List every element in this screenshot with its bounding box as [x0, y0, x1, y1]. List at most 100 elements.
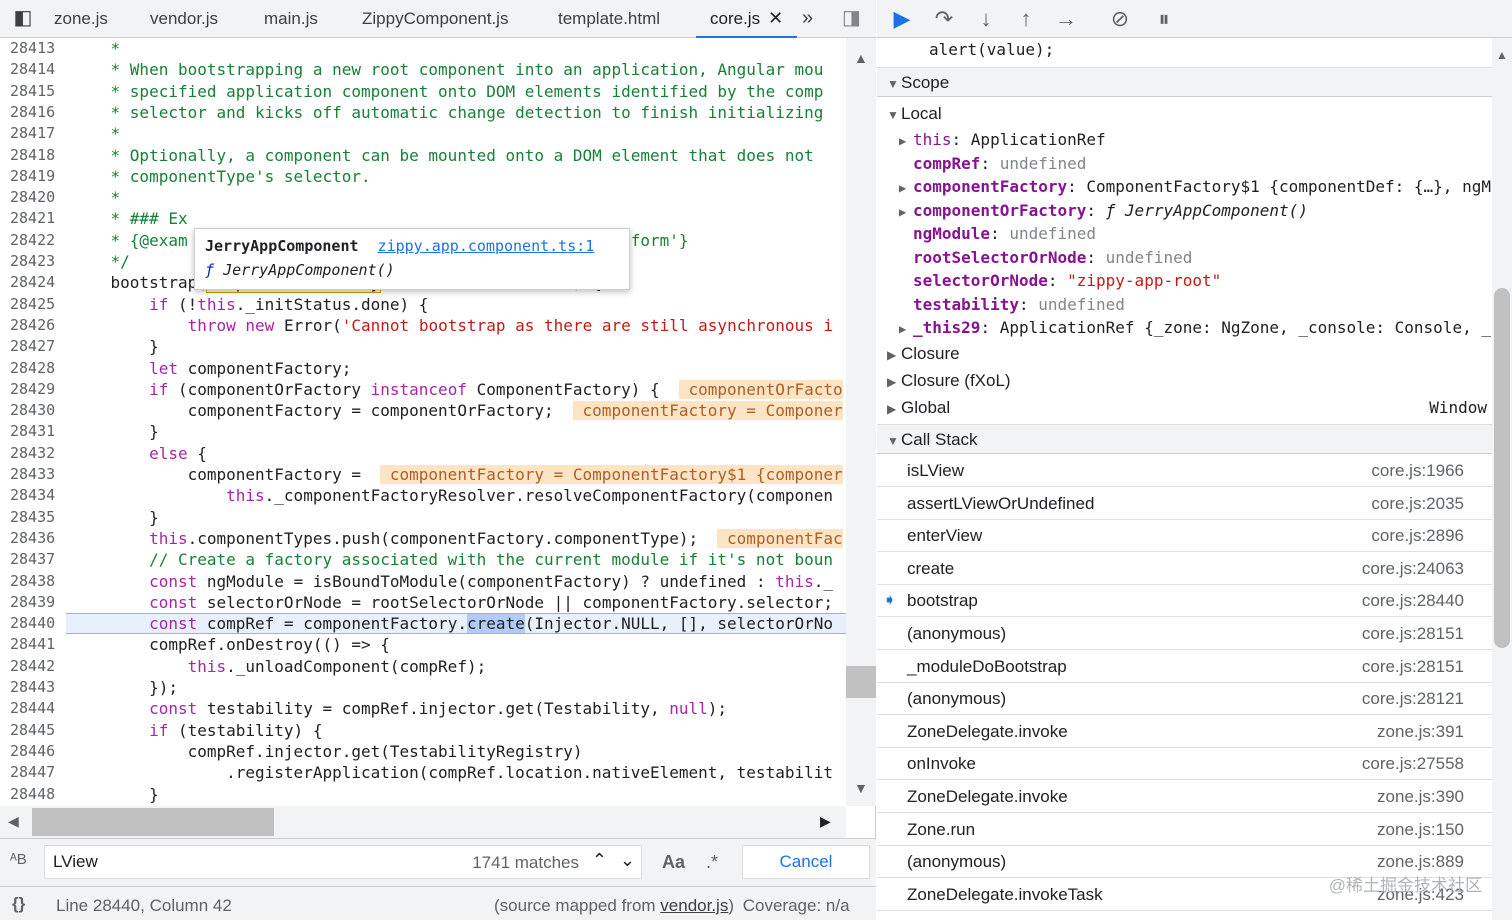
- line-number[interactable]: 28443: [10, 678, 62, 696]
- code-line[interactable]: }: [72, 507, 159, 528]
- scope-variable[interactable]: ▶ this: ApplicationRef: [899, 128, 1106, 152]
- toggle-navigator-icon[interactable]: ◧: [8, 0, 38, 38]
- code-line[interactable]: const compRef = componentFactory.create(…: [72, 613, 833, 634]
- code-line[interactable]: this._componentFactoryResolver.resolveCo…: [72, 485, 833, 506]
- call-frame[interactable]: enterView core.js:2896: [877, 520, 1492, 553]
- sidebar-scrollbar-thumb[interactable]: [1494, 288, 1510, 648]
- closure-fxol-scope[interactable]: ▶ Closure (fXoL): [887, 369, 1011, 393]
- line-number[interactable]: 28415: [10, 82, 62, 100]
- sidebar-scrollbar[interactable]: ▲: [1492, 38, 1512, 920]
- line-number[interactable]: 28421: [10, 209, 62, 227]
- line-number[interactable]: 28430: [10, 401, 62, 419]
- code-line[interactable]: }: [72, 421, 159, 442]
- line-number[interactable]: 28436: [10, 529, 62, 547]
- line-number[interactable]: 28440: [10, 614, 62, 632]
- call-frame-location[interactable]: core.js:28440: [1362, 585, 1464, 617]
- local-scope-header[interactable]: ▼ Local: [887, 102, 942, 126]
- code-line[interactable]: componentFactory = componentFactory = Co…: [72, 464, 843, 485]
- line-number[interactable]: 28424: [10, 273, 62, 291]
- close-tab-icon[interactable]: ✕: [768, 8, 783, 28]
- code-line[interactable]: });: [72, 677, 178, 698]
- call-stack-header[interactable]: ▼ Call Stack: [877, 424, 1492, 454]
- tab-zippy-component-js[interactable]: ZippyComponent.js: [362, 0, 508, 38]
- scroll-down-icon[interactable]: ▼: [854, 780, 868, 796]
- scope-variable[interactable]: compRef: undefined: [899, 152, 1086, 176]
- code-line[interactable]: *: [72, 38, 121, 59]
- closure-scope[interactable]: ▶ Closure: [887, 342, 960, 366]
- call-frame[interactable]: ZoneDelegate.invoke zone.js:390: [877, 781, 1492, 813]
- popover-source-link[interactable]: zippy.app.component.ts:1: [378, 237, 595, 255]
- code-line[interactable]: }: [72, 336, 159, 357]
- line-number[interactable]: 28422: [10, 231, 62, 249]
- line-number[interactable]: 28418: [10, 146, 62, 164]
- scroll-left-icon[interactable]: ◀: [8, 813, 19, 830]
- line-number[interactable]: 28446: [10, 742, 62, 760]
- code-line[interactable]: * selector and kicks off automatic chang…: [72, 102, 824, 123]
- code-line[interactable]: * When bootstrapping a new root componen…: [72, 59, 824, 80]
- regex-button[interactable]: .*: [706, 852, 718, 873]
- line-number[interactable]: 28427: [10, 337, 62, 355]
- call-frame[interactable]: create core.js:24063: [877, 553, 1492, 585]
- line-number[interactable]: 28437: [10, 550, 62, 568]
- line-number[interactable]: 28413: [10, 39, 62, 57]
- call-frame-location[interactable]: core.js:2896: [1371, 520, 1464, 552]
- tab-zone-js[interactable]: zone.js: [54, 0, 108, 38]
- call-frame-location[interactable]: zone.js:390: [1377, 781, 1464, 813]
- call-frame-location[interactable]: core.js:28121: [1362, 683, 1464, 715]
- call-frame-location[interactable]: zone.js:150: [1377, 814, 1464, 846]
- tab-vendor-js[interactable]: vendor.js: [150, 0, 218, 38]
- search-input[interactable]: LView: [53, 852, 98, 872]
- line-number[interactable]: 28434: [10, 486, 62, 504]
- deactivate-breakpoints-icon[interactable]: ⊘: [1105, 4, 1135, 34]
- code-line[interactable]: if (testability) {: [72, 720, 322, 741]
- line-number[interactable]: 28448: [10, 785, 62, 803]
- line-number[interactable]: 28444: [10, 699, 62, 717]
- code-line[interactable]: * componentType's selector.: [72, 166, 371, 187]
- more-tabs-icon[interactable]: »: [802, 0, 813, 38]
- call-frame[interactable]: _moduleDoBootstrap core.js:28151: [877, 651, 1492, 683]
- code-line[interactable]: *: [72, 123, 121, 144]
- code-line[interactable]: */: [72, 251, 130, 272]
- scroll-up-icon[interactable]: ▲: [854, 50, 868, 66]
- call-frame[interactable]: (anonymous) core.js:28151: [877, 618, 1492, 650]
- step-out-icon[interactable]: ↑: [1011, 4, 1041, 34]
- line-number[interactable]: 28432: [10, 444, 62, 462]
- pretty-print-icon[interactable]: {}: [12, 894, 25, 914]
- code-line[interactable]: if (!this._initStatus.done) {: [72, 294, 428, 315]
- tab-template-html[interactable]: template.html: [558, 0, 660, 38]
- code-line[interactable]: *: [72, 187, 121, 208]
- scope-variable[interactable]: ▶ componentFactory: ComponentFactory$1 {c…: [899, 175, 1491, 199]
- global-scope[interactable]: ▶ Global Window: [887, 396, 1487, 420]
- call-frame[interactable]: assertLViewOrUndefined core.js:2035: [877, 488, 1492, 520]
- code-line[interactable]: * specified application component onto D…: [72, 81, 824, 102]
- scope-variable[interactable]: ▶ _this29: ApplicationRef {_zone: NgZone,…: [899, 316, 1491, 340]
- tab-core-js[interactable]: core.js ✕: [696, 0, 798, 38]
- line-number[interactable]: 28431: [10, 422, 62, 440]
- line-number[interactable]: 28425: [10, 295, 62, 313]
- source-map-link[interactable]: vendor.js: [660, 896, 728, 915]
- call-frame-location[interactable]: core.js:28151: [1362, 651, 1464, 683]
- scope-variable[interactable]: ngModule: undefined: [899, 222, 1096, 246]
- line-number[interactable]: 28445: [10, 721, 62, 739]
- call-frame[interactable]: onInvoke core.js:27558: [877, 748, 1492, 781]
- call-frame-location[interactable]: core.js:1966: [1371, 455, 1464, 487]
- code-line[interactable]: const selectorOrNode = rootSelectorOrNod…: [72, 592, 833, 613]
- line-number[interactable]: 28420: [10, 188, 62, 206]
- line-number[interactable]: 28428: [10, 359, 62, 377]
- resume-icon[interactable]: ▶: [887, 4, 917, 34]
- call-frame[interactable]: ZoneDelegate.invoke zone.js:391: [877, 716, 1492, 748]
- line-number[interactable]: 28439: [10, 593, 62, 611]
- code-line[interactable]: this.componentTypes.push(componentFactor…: [72, 528, 843, 549]
- code-line[interactable]: * ### Ex: [72, 208, 188, 229]
- pause-on-exceptions-icon[interactable]: ⏸: [1149, 4, 1179, 34]
- scope-variable[interactable]: rootSelectorOrNode: undefined: [899, 246, 1192, 270]
- line-number[interactable]: 28414: [10, 60, 62, 78]
- hscrollbar-thumb[interactable]: [32, 808, 274, 836]
- line-number[interactable]: 28416: [10, 103, 62, 121]
- call-frame[interactable]: isLView core.js:1966: [877, 455, 1492, 487]
- scrollbar-thumb[interactable]: [846, 666, 876, 698]
- code-editor[interactable]: 28413 28414 28415 28416 28417 28418 28419 28420…: [0, 38, 846, 806]
- match-case-button[interactable]: Aa: [662, 852, 685, 873]
- code-line[interactable]: const testability = compRef.injector.get…: [72, 698, 727, 719]
- next-match-icon[interactable]: ⌄: [620, 850, 635, 871]
